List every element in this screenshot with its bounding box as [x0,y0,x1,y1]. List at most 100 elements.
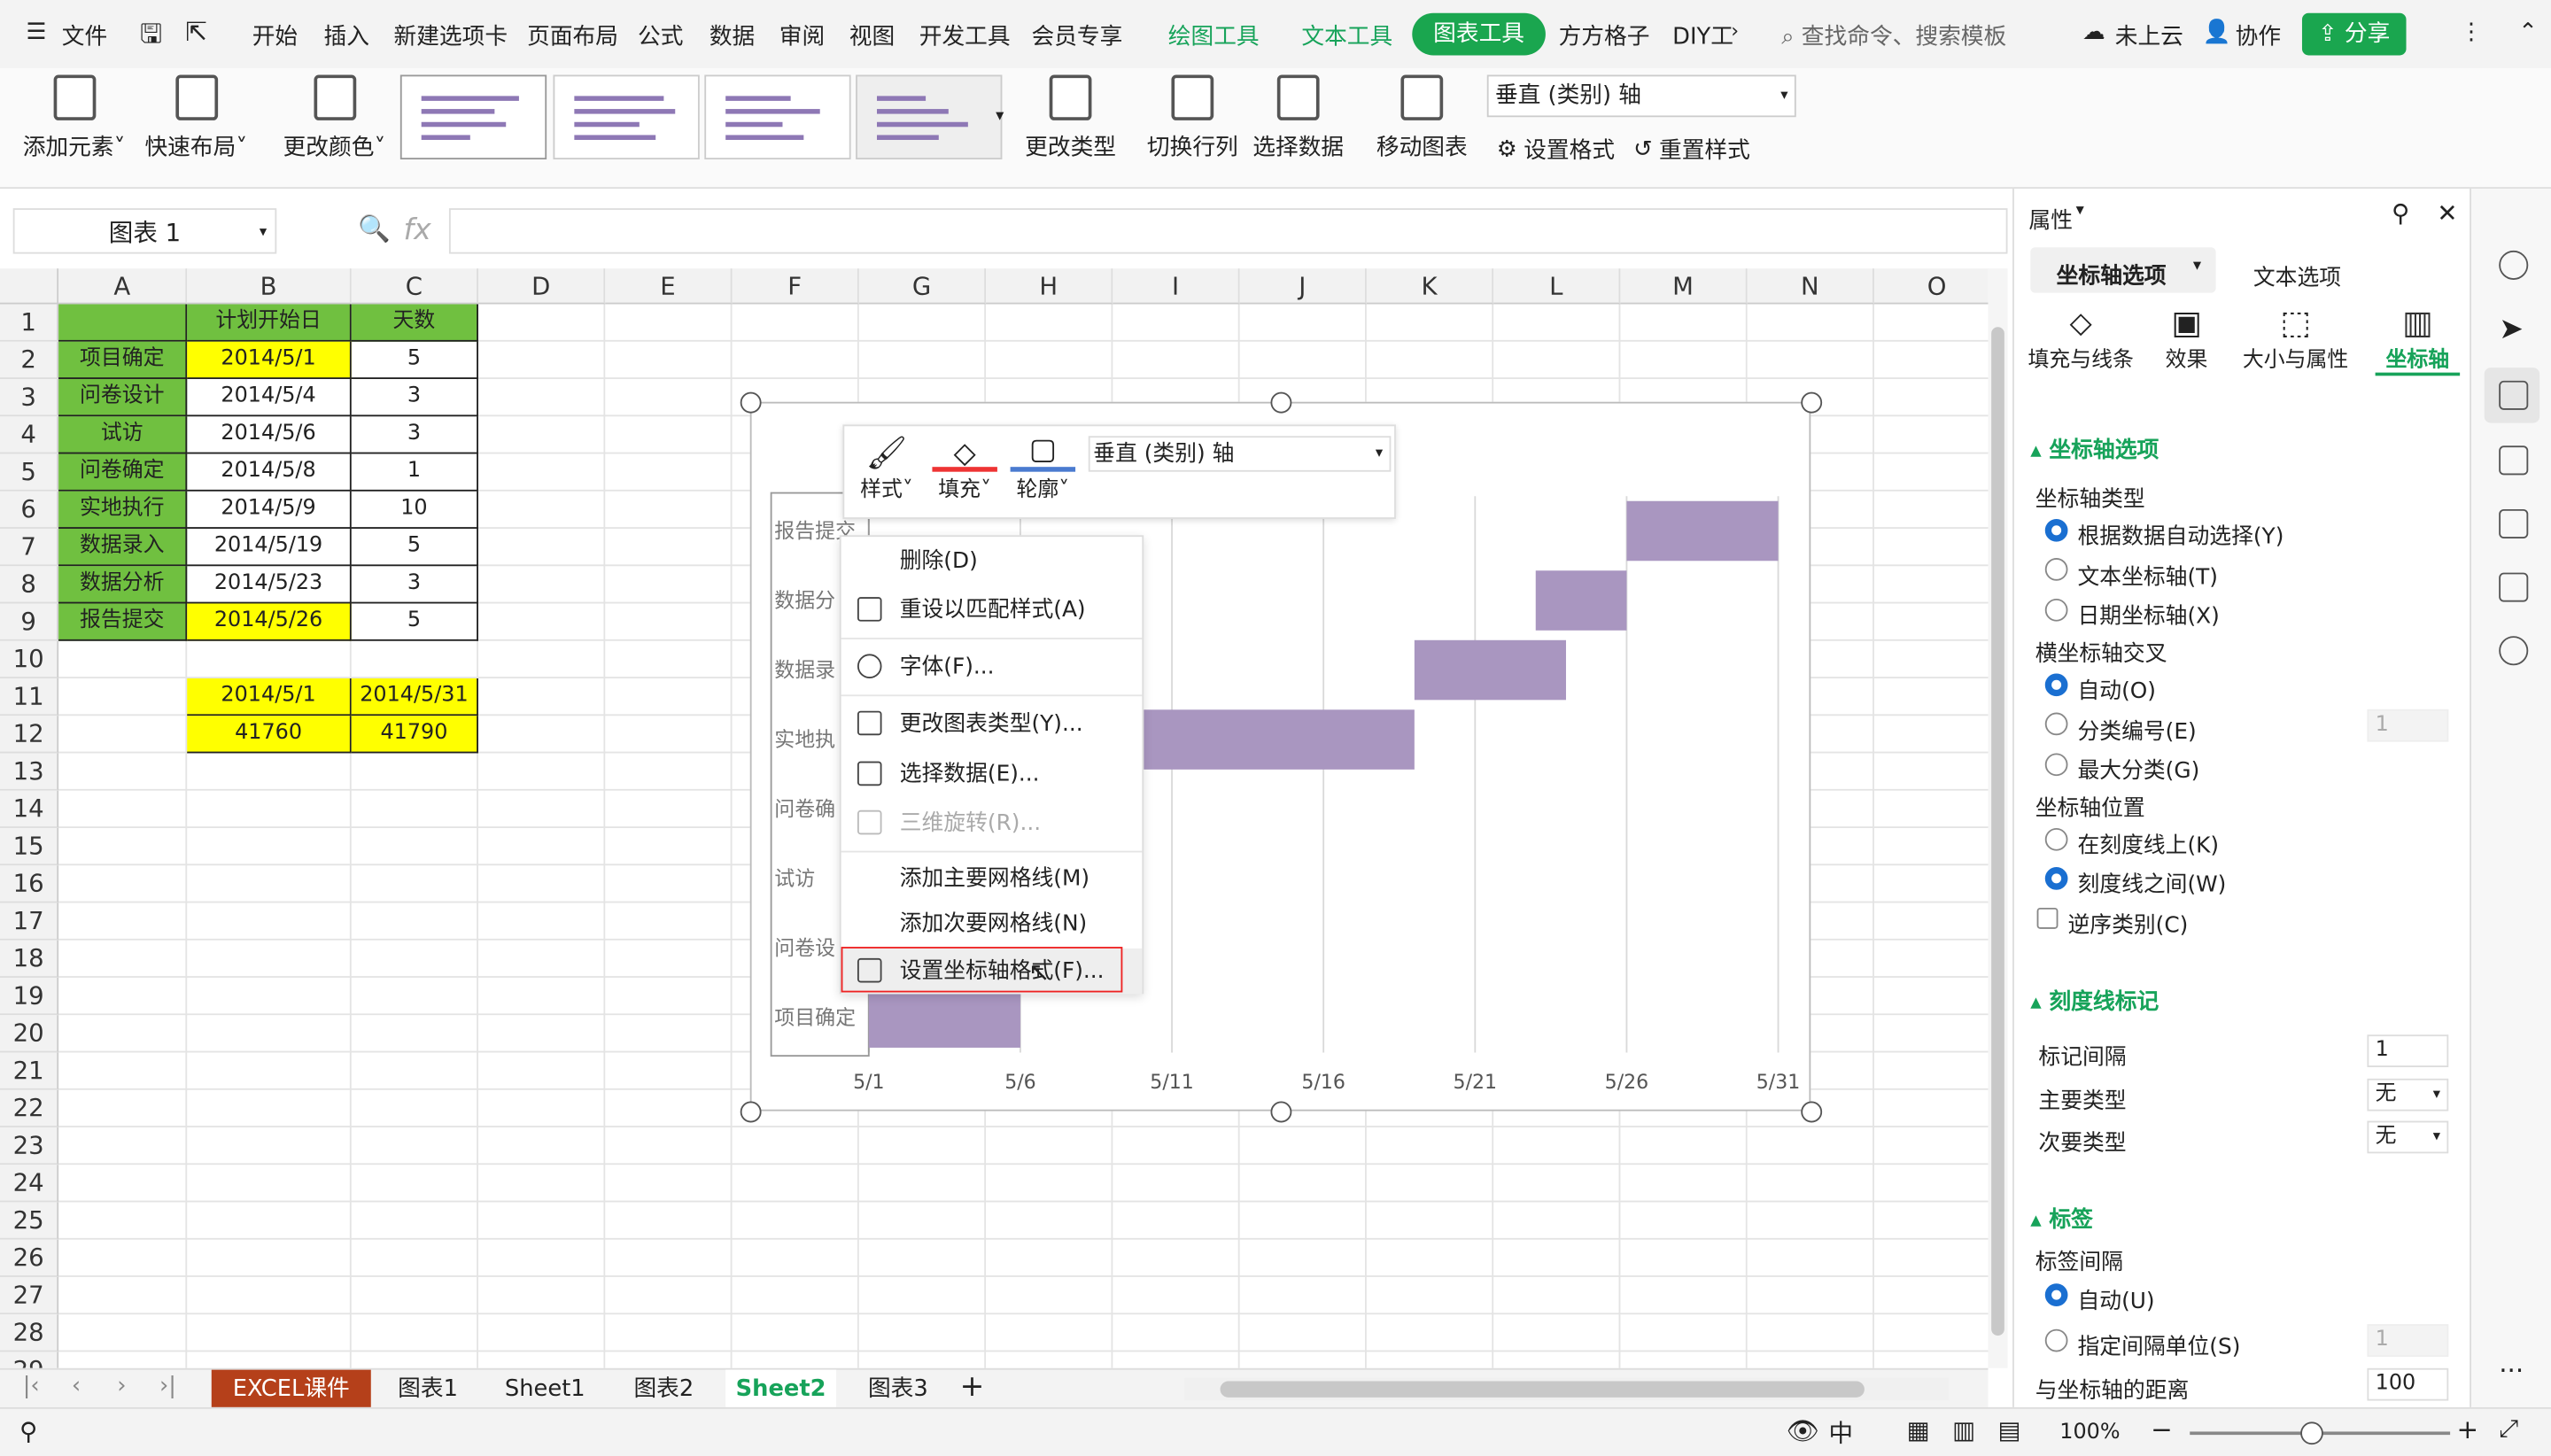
menu-insert[interactable]: 插入 [324,19,369,52]
tab-chart-tools[interactable]: 图表工具 [1412,12,1546,56]
menu-change-chart-type[interactable]: 更改图表类型(Y)... [841,701,1143,747]
label-unit-input[interactable]: 1 [2367,1324,2449,1357]
fx-label[interactable]: fx [404,213,431,248]
row-header-13[interactable]: 13 [0,753,59,791]
change-color-button[interactable]: 更改颜色˅ [283,74,385,162]
switch-rowcol-button[interactable]: 切换行列 [1147,74,1238,162]
section-axis-options[interactable]: ▴ 坐标轴选项 [2030,431,2159,463]
column-header-K[interactable]: K [1366,268,1494,305]
page-break-icon[interactable]: ▤ [1998,1415,2021,1444]
macro-icon[interactable]: ⚲ [19,1417,37,1446]
cell-task-name[interactable]: 数据录入 [58,528,188,567]
select-data-button[interactable]: 选择数据 [1252,74,1344,162]
image-icon[interactable] [2499,508,2529,539]
cell-task-days[interactable]: 3 [351,416,478,454]
column-header-D[interactable]: D [477,268,606,305]
column-header-J[interactable]: J [1239,268,1367,305]
column-header-H[interactable]: H [986,268,1113,305]
outline-button[interactable]: ▢ 轮廓˅ [1010,433,1076,503]
column-header-F[interactable]: F [732,268,859,305]
menu-data[interactable]: 数据 [709,19,755,52]
properties-icon[interactable] [2499,380,2529,410]
pin-icon[interactable]: ⚲ [2392,198,2409,228]
row-header-28[interactable]: 28 [0,1314,59,1352]
more-icon[interactable]: ··· [2499,1358,2528,1392]
more-icon[interactable]: ⋮ [2460,19,2483,45]
cell-C11[interactable]: 2014/5/31 [351,678,478,716]
row-header-6[interactable]: 6 [0,491,59,529]
section-labels[interactable]: ▴ 标签 [2030,1201,2093,1233]
vertical-scrollbar[interactable] [1988,268,2008,1368]
magic-icon[interactable] [2499,250,2529,280]
row-header-12[interactable]: 12 [0,716,59,754]
row-header-9[interactable]: 9 [0,603,59,641]
row-header-25[interactable]: 25 [0,1202,59,1240]
cell-B11[interactable]: 2014/5/1 [187,678,352,716]
tab-ffgz[interactable]: 方方格子 [1559,19,1650,52]
row-header-29[interactable]: 29 [0,1351,59,1368]
cell-task-start[interactable]: 2014/5/4 [187,378,352,417]
fill-button[interactable]: ⬦ 填充˅ [932,433,997,503]
row-header-7[interactable]: 7 [0,528,59,567]
major-type-select[interactable]: 无 ▾ [2367,1078,2449,1111]
radio-auto-axis[interactable] [2044,518,2068,542]
subtab-size-props[interactable]: ⬚ 大小与属性 [2236,303,2356,373]
menu-view[interactable]: 视图 [849,19,895,52]
sheet-tab-chart1[interactable]: 图表1 [377,1370,478,1409]
gantt-bar[interactable] [1414,639,1566,701]
sheet-tab-chart3[interactable]: 图表3 [846,1370,950,1409]
menu-add-major-gridlines[interactable]: 添加主要网格线(M) [841,856,1143,901]
chart-element-select[interactable]: 垂直 (类别) 轴 ▾ [1486,74,1796,118]
chart-style-thumb-2[interactable] [553,74,700,160]
quick-layout-button[interactable]: 快速布局˅ [144,74,247,162]
select-cursor-icon[interactable]: ➤ [2499,314,2528,345]
row-header-5[interactable]: 5 [0,453,59,492]
cell-B12[interactable]: 41760 [187,716,352,754]
cell-task-name[interactable]: 数据分析 [58,566,188,604]
horizontal-scrollbar[interactable] [1184,1377,1950,1401]
minor-type-select[interactable]: 无 ▾ [2367,1120,2449,1154]
radio-cross-category[interactable] [2044,712,2068,736]
menu-font[interactable]: 字体(F)... [841,644,1143,689]
resize-handle-bl[interactable] [740,1101,762,1123]
cell-B1[interactable]: 计划开始日 [187,304,352,342]
collapse-icon[interactable]: ⌃ [2518,19,2538,45]
lightning-icon[interactable] [2499,636,2529,666]
column-header-O[interactable]: O [1873,268,1989,305]
cell-task-start[interactable]: 2014/5/6 [187,416,352,454]
row-header-26[interactable]: 26 [0,1239,59,1277]
last-sheet-icon[interactable]: ›| [159,1373,176,1398]
column-header-B[interactable]: B [187,268,352,305]
menu-delete[interactable]: 删除(D) [841,538,1143,584]
menu-reset-style[interactable]: 重设以匹配样式(A) [841,587,1143,632]
menu-select-data[interactable]: 选择数据(E)... [841,752,1143,797]
resize-handle-br[interactable] [1801,1101,1823,1123]
gallery-more-icon[interactable]: ▾ [996,107,1004,125]
cell-task-name[interactable]: 实地执行 [58,491,188,529]
add-element-button[interactable]: 添加元素˅ [23,74,126,162]
zoom-level[interactable]: 100% [2059,1421,2120,1445]
cell-task-start[interactable]: 2014/5/1 [187,341,352,379]
menu-formula[interactable]: 公式 [638,19,683,52]
cell-task-days[interactable]: 5 [351,603,478,641]
gantt-bar[interactable] [1111,709,1415,770]
column-header-E[interactable]: E [605,268,733,305]
collab-button[interactable]: 协作 [2236,19,2281,52]
sheet-tab-sheet1[interactable]: Sheet1 [488,1370,602,1409]
subtab-fill-line[interactable]: ⬦ 填充与线条 [2020,303,2141,373]
add-sheet-icon[interactable]: + [960,1370,985,1405]
column-header-A[interactable]: A [58,268,188,305]
cell-C12[interactable]: 41790 [351,716,478,754]
row-header-14[interactable]: 14 [0,790,59,828]
sheet-tab-sheet2[interactable]: Sheet2 [725,1369,837,1409]
share-button[interactable]: ⇪ 分享 [2301,12,2407,56]
column-header-I[interactable]: I [1113,268,1240,305]
subtab-axis[interactable]: ▥ 坐标轴 [2375,303,2461,376]
column-header-C[interactable]: C [351,268,478,305]
chart-style-thumb-1[interactable] [399,74,547,160]
name-box[interactable]: 图表 1 ▾ [12,208,277,254]
reset-style-button[interactable]: ↺ 重置样式 [1633,134,1750,167]
radio-cross-auto[interactable] [2044,673,2068,697]
cell-task-start[interactable]: 2014/5/8 [187,453,352,492]
chevron-right-icon[interactable]: › [1731,19,1739,43]
